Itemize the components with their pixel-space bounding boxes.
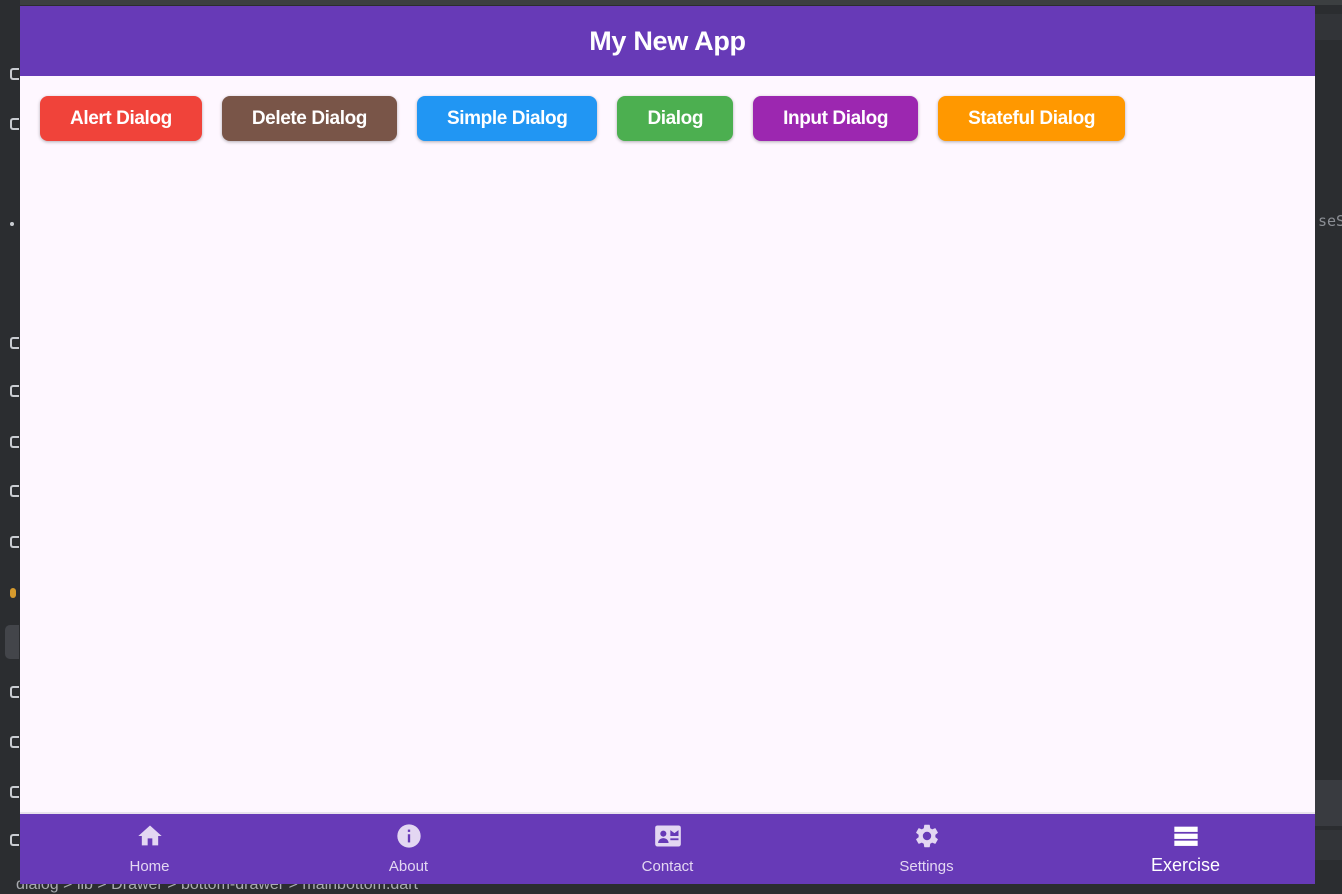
problems-icon[interactable]: [10, 736, 19, 748]
input-dialog-button[interactable]: Input Dialog: [753, 96, 919, 141]
list-icon: [1173, 826, 1198, 846]
nav-item-exercise[interactable]: Exercise: [1056, 814, 1315, 884]
dialog-button-row: Alert Dialog Delete Dialog Simple Dialog…: [40, 96, 1126, 141]
info-icon: [396, 824, 421, 848]
android-icon[interactable]: [10, 485, 19, 497]
dot-icon: [10, 222, 14, 226]
delete-dialog-button[interactable]: Delete Dialog: [221, 96, 397, 141]
ide-right-toolbar: [1315, 14, 1342, 40]
nav-label-about: About: [388, 858, 429, 875]
dialog-button[interactable]: Dialog: [617, 96, 734, 141]
stateful-dialog-button[interactable]: Stateful Dialog: [938, 96, 1126, 141]
ide-code-fragment: seS: [1318, 212, 1342, 230]
nav-label-exercise: Exercise: [1150, 855, 1221, 875]
app-bar: My New App: [20, 6, 1315, 76]
git-icon[interactable]: [10, 385, 19, 397]
gradle-icon[interactable]: [10, 588, 16, 598]
contact-card-icon: [654, 825, 681, 847]
bell-icon[interactable]: [10, 436, 19, 448]
nav-item-about[interactable]: About: [279, 814, 538, 884]
project-icon[interactable]: [10, 68, 19, 80]
nav-label-home: Home: [129, 858, 170, 875]
alert-dialog-button[interactable]: Alert Dialog: [40, 96, 202, 141]
home-icon: [137, 825, 162, 846]
ide-right-panel: [1315, 780, 1342, 826]
ide-title-bar: [0, 0, 1342, 5]
nav-item-home[interactable]: Home: [20, 814, 279, 884]
simple-dialog-button[interactable]: Simple Dialog: [417, 96, 598, 141]
file-icon[interactable]: [10, 118, 19, 130]
ide-tool-strip: [0, 0, 20, 893]
nav-label-settings: Settings: [899, 858, 954, 875]
gear-icon: [915, 824, 938, 848]
structure-icon[interactable]: [10, 337, 19, 349]
page-title: My New App: [589, 25, 746, 56]
nav-item-settings[interactable]: Settings: [797, 814, 1056, 884]
nav-item-contact[interactable]: Contact: [538, 814, 797, 884]
nav-label-contact: Contact: [641, 858, 694, 875]
ide-right-panel-2: [1315, 830, 1342, 860]
device-manager-icon[interactable]: [5, 625, 19, 659]
bottom-navigation-bar: Home About Contact Settings Exercise: [20, 812, 1315, 884]
vcs-icon[interactable]: [10, 834, 19, 846]
logcat-icon[interactable]: [10, 686, 19, 698]
app-window: My New App Alert Dialog Delete Dialog Si…: [20, 6, 1315, 884]
diamond-icon[interactable]: [10, 536, 19, 548]
terminal-icon[interactable]: [10, 786, 19, 798]
